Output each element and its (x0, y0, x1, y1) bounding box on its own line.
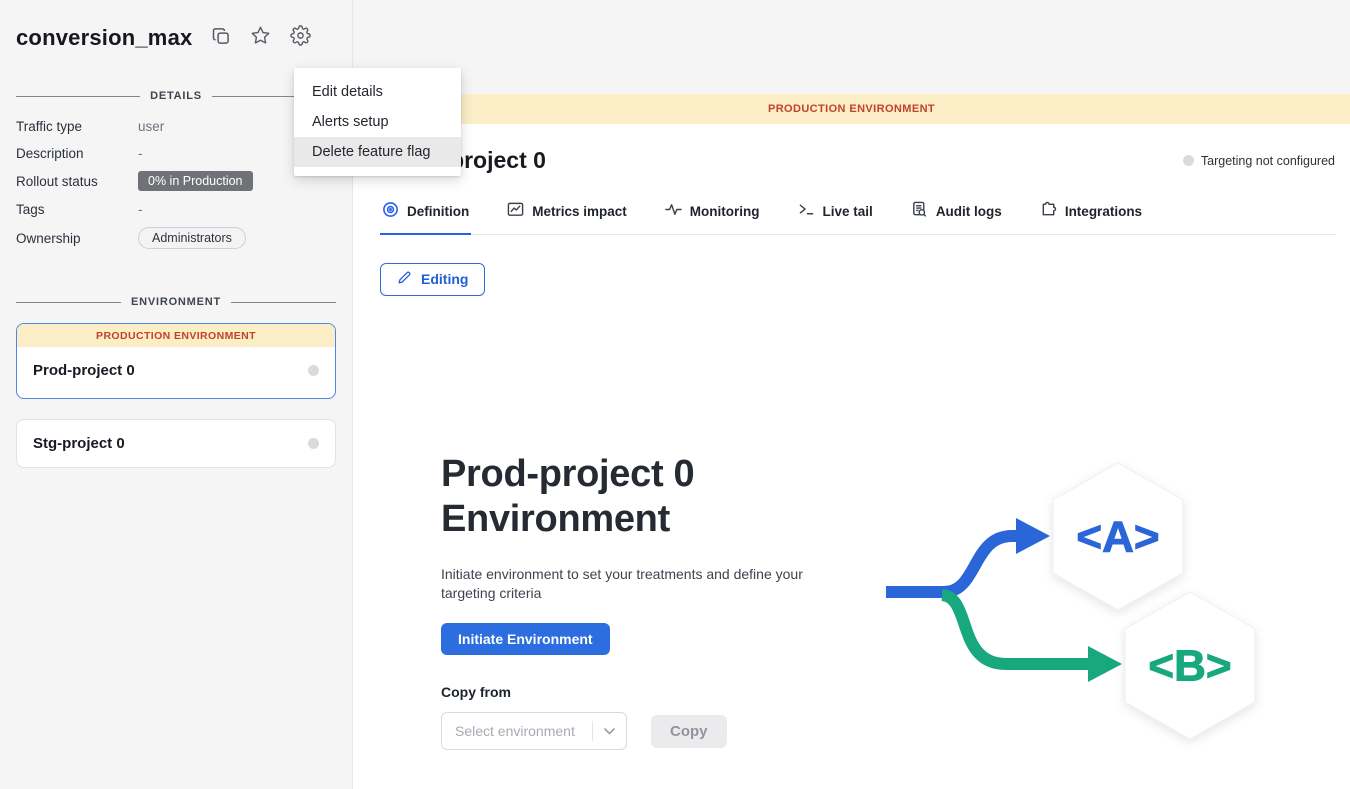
copy-from-label: Copy from (441, 684, 813, 700)
rollout-status-badge: 0% in Production (138, 171, 253, 191)
detail-label: Rollout status (16, 174, 138, 189)
targeting-status-dot (1183, 155, 1194, 166)
blue-arrowhead-icon (1016, 518, 1050, 554)
pulse-icon (665, 201, 682, 221)
editing-button-row: Editing (380, 263, 1350, 296)
environment-card-staging[interactable]: Stg-project 0 (16, 419, 336, 468)
tab-live-tail[interactable]: Live tail (796, 201, 875, 234)
empty-state-heading: Prod-project 0 Environment (441, 452, 813, 542)
flag-header: conversion_max (16, 25, 311, 51)
menu-item-delete-feature-flag[interactable]: Delete feature flag (294, 137, 461, 167)
ownership-pill[interactable]: Administrators (138, 227, 246, 249)
tab-label: Definition (407, 204, 469, 219)
environment-name: Stg-project 0 (33, 435, 125, 452)
tab-monitoring[interactable]: Monitoring (663, 201, 762, 234)
tab-label: Monitoring (690, 204, 760, 219)
tab-label: Live tail (823, 204, 873, 219)
definition-target-icon (382, 201, 399, 221)
tab-metrics-impact[interactable]: Metrics impact (505, 201, 629, 234)
environment-name: Prod-project 0 (33, 362, 135, 379)
main-content: Prod-project 0 Targeting not configured … (353, 124, 1350, 789)
main-panel: PRODUCTION ENVIRONMENT Prod-project 0 Ta… (353, 94, 1350, 789)
copy-button[interactable]: Copy (651, 715, 727, 748)
divider-line (16, 96, 140, 97)
environment-card-body: Stg-project 0 (17, 420, 335, 467)
detail-row-tags: Tags - (16, 200, 336, 218)
select-placeholder: Select environment (442, 723, 592, 739)
environment-status-dot (308, 365, 319, 376)
detail-row-traffic-type: Traffic type user (16, 117, 336, 135)
blue-branch-line (886, 536, 1018, 592)
menu-item-alerts-setup[interactable]: Alerts setup (294, 107, 461, 137)
star-icon[interactable] (250, 25, 271, 51)
editing-button-label: Editing (421, 271, 468, 287)
divider-line (16, 302, 121, 303)
tab-label: Audit logs (936, 204, 1002, 219)
settings-dropdown-menu: Edit details Alerts setup Delete feature… (294, 68, 461, 176)
details-section-title: DETAILS (150, 90, 202, 102)
detail-label: Ownership (16, 231, 138, 246)
detail-row-description: Description - (16, 144, 336, 162)
gear-icon[interactable] (290, 25, 311, 51)
detail-label: Tags (16, 202, 138, 217)
empty-state-description: Initiate environment to set your treatme… (441, 565, 809, 602)
detail-label: Traffic type (16, 119, 138, 134)
chevron-down-icon (593, 728, 626, 735)
tab-label: Integrations (1065, 204, 1142, 219)
tab-bar: Definition Metrics impact (380, 201, 1336, 235)
editing-button[interactable]: Editing (380, 263, 485, 296)
production-environment-banner: PRODUCTION ENVIRONMENT (17, 324, 335, 347)
details-section-header: DETAILS (16, 90, 336, 102)
copy-from-row: Select environment Copy (441, 712, 813, 750)
terminal-icon (798, 201, 815, 221)
detail-label: Description (16, 146, 138, 161)
variant-b-label: <B> (1148, 642, 1231, 691)
environment-status-dot (308, 438, 319, 449)
flag-name: conversion_max (16, 25, 192, 51)
app-root: DETAILS Traffic type user Description - … (0, 0, 1350, 789)
initiate-environment-button[interactable]: Initiate Environment (441, 623, 610, 655)
menu-item-edit-details[interactable]: Edit details (294, 77, 461, 107)
metrics-chart-icon (507, 201, 524, 221)
document-search-icon (911, 201, 928, 221)
copy-icon[interactable] (211, 26, 231, 51)
variant-a-label: <A> (1076, 513, 1159, 562)
detail-value: user (138, 119, 164, 134)
green-arrowhead-icon (1088, 646, 1122, 682)
green-branch-line (942, 595, 1090, 664)
production-environment-banner: PRODUCTION ENVIRONMENT (353, 94, 1350, 124)
targeting-status-label: Targeting not configured (1201, 154, 1335, 168)
tab-audit-logs[interactable]: Audit logs (909, 201, 1004, 234)
detail-value: - (138, 202, 143, 217)
environment-select[interactable]: Select environment (441, 712, 627, 750)
divider-line (231, 302, 336, 303)
tab-label: Metrics impact (532, 204, 627, 219)
main-header-row: Prod-project 0 Targeting not configured (390, 147, 1335, 174)
environment-section-title: ENVIRONMENT (131, 296, 221, 308)
environment-card-production[interactable]: PRODUCTION ENVIRONMENT Prod-project 0 (16, 323, 336, 399)
environment-section-header: ENVIRONMENT (16, 296, 336, 308)
tab-definition[interactable]: Definition (380, 201, 471, 234)
ab-split-illustration: <A> <B> (860, 440, 1305, 770)
tab-integrations[interactable]: Integrations (1038, 201, 1144, 234)
environment-section: ENVIRONMENT PRODUCTION ENVIRONMENT Prod-… (0, 296, 352, 468)
environment-empty-state: Prod-project 0 Environment Initiate envi… (441, 452, 813, 750)
environment-card-body: Prod-project 0 (17, 347, 335, 398)
detail-value: - (138, 146, 143, 161)
pencil-icon (397, 270, 412, 288)
detail-row-rollout-status: Rollout status 0% in Production (16, 171, 336, 191)
targeting-status: Targeting not configured (1183, 154, 1335, 168)
puzzle-icon (1040, 201, 1057, 221)
detail-row-ownership: Ownership Administrators (16, 227, 336, 249)
